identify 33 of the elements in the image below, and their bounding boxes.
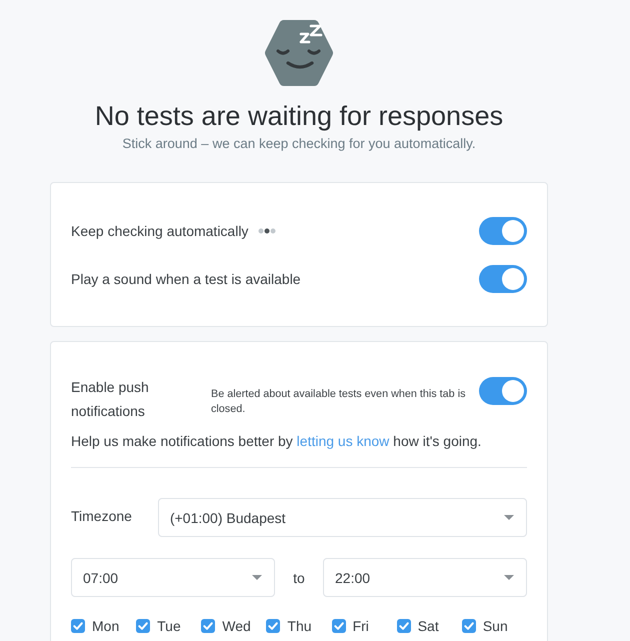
day-label[interactable]: Wed xyxy=(222,618,251,634)
checkbox[interactable] xyxy=(136,619,150,633)
end-time-select[interactable]: 22:00 xyxy=(323,558,527,597)
toggle-switch[interactable] xyxy=(479,216,527,244)
checkbox[interactable] xyxy=(266,619,280,633)
range-separator: to xyxy=(293,570,305,586)
setting-label: Keep checking automatically xyxy=(71,222,248,238)
timezone-label: Timezone xyxy=(71,508,132,524)
start-time-select[interactable]: 07:00 xyxy=(71,558,275,597)
day-label[interactable]: Mon xyxy=(92,618,120,634)
checkbox[interactable] xyxy=(462,619,476,633)
checkbox[interactable] xyxy=(396,619,411,633)
toggle-switch[interactable] xyxy=(479,377,527,405)
day-label[interactable]: Tue xyxy=(157,618,181,634)
checkbox[interactable] xyxy=(201,619,216,633)
checkbox[interactable] xyxy=(332,619,346,633)
feedback-text: Help us make notifications better by letting us know how it's going. xyxy=(71,432,482,451)
setting-description: Be alerted about available tests even when this tab is closed. xyxy=(211,387,466,417)
setting-label: Play a sound when a test is available xyxy=(71,270,301,286)
day-label[interactable]: Sun xyxy=(482,618,508,634)
checkbox[interactable] xyxy=(71,619,85,633)
caret-icon xyxy=(252,575,262,580)
caret-icon xyxy=(504,575,514,580)
setting-label: Enable push notifications xyxy=(71,378,150,421)
day-label[interactable]: Fri xyxy=(352,618,369,634)
toggle-switch[interactable] xyxy=(479,264,527,292)
day-label[interactable]: Sat xyxy=(418,618,439,634)
page-heading: No tests are waiting for responses xyxy=(94,100,504,132)
timezone-select[interactable]: (+01:00) Budapest xyxy=(158,498,527,537)
sleeping-face-icon xyxy=(264,18,334,88)
day-label[interactable]: Thu xyxy=(287,618,312,634)
caret-icon xyxy=(504,515,514,520)
page-subheading: Stick around – we can keep checking for you automatically. xyxy=(122,135,476,153)
